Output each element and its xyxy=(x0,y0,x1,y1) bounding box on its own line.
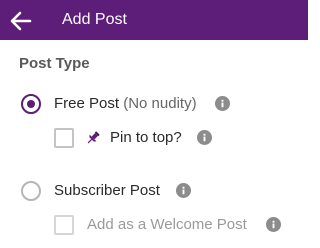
back-button[interactable] xyxy=(8,8,34,34)
subscriber-post-info-icon[interactable] xyxy=(176,183,191,198)
pin-to-top-label[interactable]: Pin to top? xyxy=(110,129,182,147)
free-post-option-label[interactable]: Free Post (No nudity) xyxy=(54,95,197,113)
welcome-post-info-icon[interactable] xyxy=(266,217,281,232)
pin-to-top-checkbox[interactable] xyxy=(54,128,74,148)
page-title: Add Post xyxy=(62,11,127,28)
free-post-info-icon[interactable] xyxy=(215,96,230,111)
subscriber-post-radio[interactable] xyxy=(21,181,41,201)
free-post-label: Free Post xyxy=(54,95,120,112)
welcome-post-checkbox[interactable] xyxy=(54,215,74,235)
free-post-radio[interactable] xyxy=(21,94,41,114)
pin-to-top-info-icon[interactable] xyxy=(197,130,212,145)
section-title-post-type: Post Type xyxy=(19,55,90,72)
welcome-post-label[interactable]: Add as a Welcome Post xyxy=(87,216,247,234)
app-header: Add Post xyxy=(0,0,308,40)
free-post-note: (No nudity) xyxy=(123,95,197,112)
subscriber-post-label[interactable]: Subscriber Post xyxy=(54,182,160,200)
pin-icon xyxy=(87,131,100,144)
arrow-left-icon xyxy=(10,11,32,31)
